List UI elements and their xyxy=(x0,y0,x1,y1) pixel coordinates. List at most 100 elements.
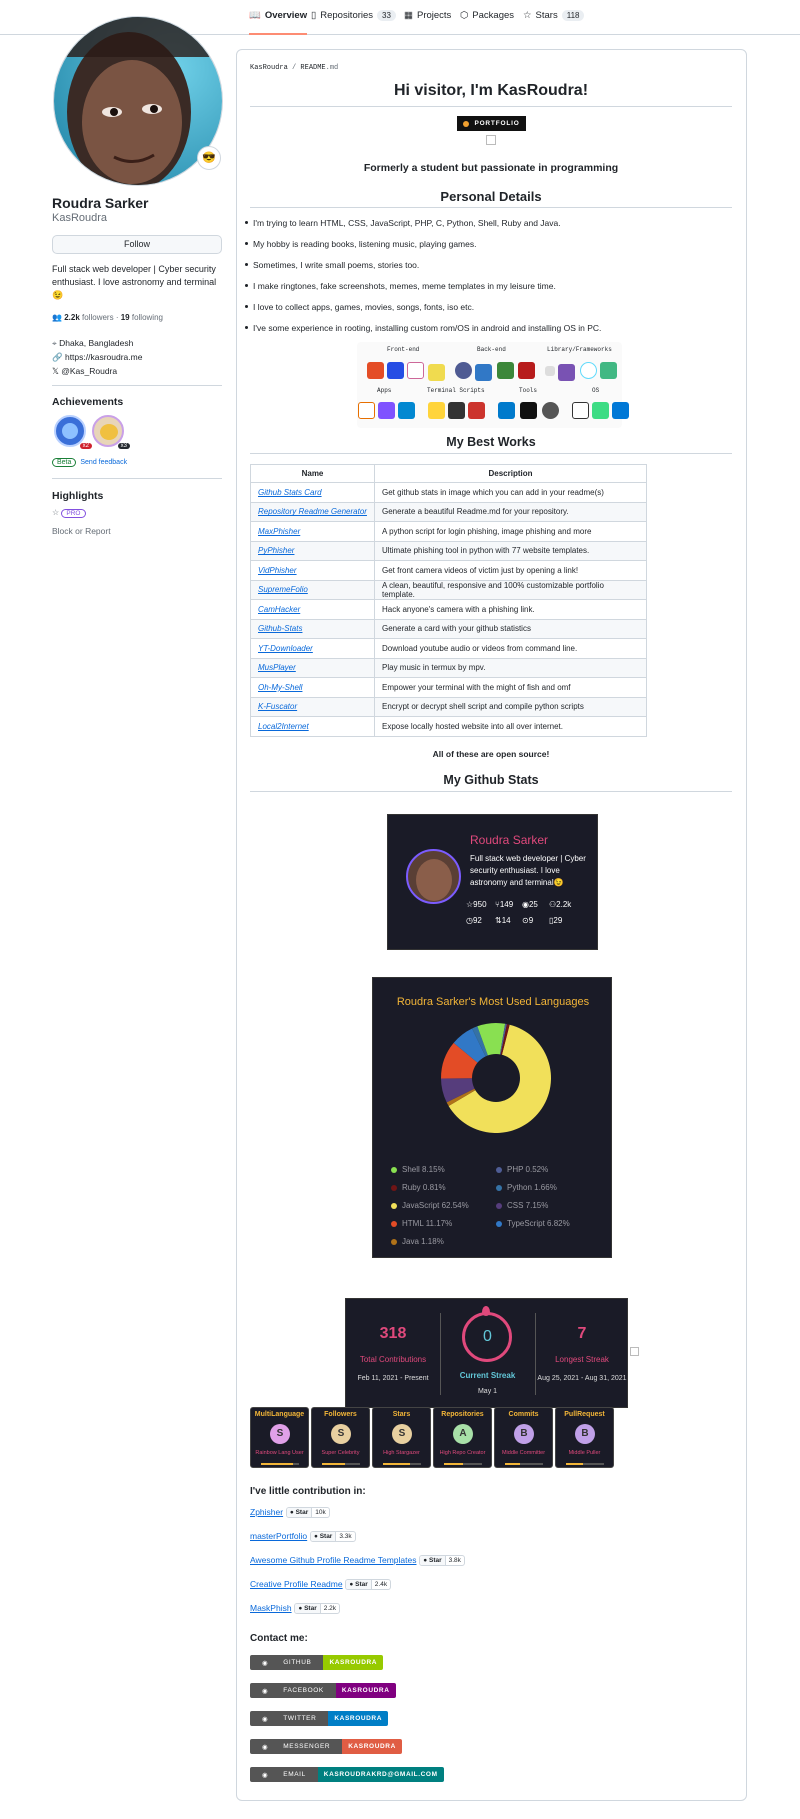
trophy-subtitle: High Repo Creator xyxy=(439,1450,486,1456)
achievements-title[interactable]: Achievements xyxy=(52,396,123,408)
contribution-item: MaskPhish ● Star 2.2k xyxy=(250,1603,341,1614)
work-link[interactable]: YT-Downloader xyxy=(258,644,313,653)
twitter-link[interactable]: @Kas_Roudra xyxy=(61,366,117,376)
work-link[interactable]: Repository Readme Generator xyxy=(258,507,367,516)
table-row: Github Stats Card Get github stats in ima… xyxy=(250,482,647,503)
contact-badge-email[interactable]: ◉ EMAIL KASROUDRAKRD@GMAIL.COM xyxy=(250,1767,444,1782)
tab-packages[interactable]: ⬡ Packages xyxy=(460,10,514,32)
work-link[interactable]: PyPhisher xyxy=(258,546,294,555)
contribution-link[interactable]: MaskPhish xyxy=(250,1603,292,1613)
bootstrap-icon xyxy=(558,364,575,381)
table-row: VidPhisher Get front camera videos of vic… xyxy=(250,560,647,581)
trophy-cup-icon: S xyxy=(331,1424,351,1444)
list-item: I'm trying to learn HTML, CSS, JavaScrip… xyxy=(245,218,561,228)
repo-icon: ▯ xyxy=(311,10,317,21)
tab-projects[interactable]: ▦ Projects xyxy=(404,10,451,32)
follow-button[interactable]: Follow xyxy=(52,235,222,254)
github-star-badge[interactable]: ● Star 3.8k xyxy=(419,1555,465,1566)
streak-card[interactable]: 318 Total Contributions Feb 11, 2021 - P… xyxy=(345,1298,628,1408)
flutter-icon xyxy=(398,402,415,419)
contact-label: GITHUB xyxy=(283,1659,312,1666)
trophy-card[interactable]: PullRequest B Middle Puller xyxy=(555,1407,614,1468)
languages-card[interactable]: Roudra Sarker's Most Used Languages Shel… xyxy=(372,977,612,1258)
send-feedback-link[interactable]: Send feedback xyxy=(80,459,127,466)
breadcrumb-user[interactable]: KasRoudra xyxy=(250,64,288,72)
portfolio-badge[interactable]: PORTFOLIO xyxy=(457,116,526,131)
total-contributions: 318 xyxy=(379,1325,407,1342)
android-icon xyxy=(592,402,609,419)
trophy-progress-bar xyxy=(261,1463,299,1465)
followers-label[interactable]: followers xyxy=(82,313,114,322)
location-icon: ⌖ xyxy=(52,338,57,348)
block-report-link[interactable]: Block or Report xyxy=(52,526,111,536)
contact-label: FACEBOOK xyxy=(283,1687,324,1694)
work-link[interactable]: MusPlayer xyxy=(258,663,296,672)
work-link[interactable]: MaxPhisher xyxy=(258,527,300,536)
trophy-card[interactable]: Repositories A High Repo Creator xyxy=(433,1407,492,1468)
tab-stars[interactable]: ☆ Stars 118 xyxy=(523,10,585,32)
github-logo-icon: ● Star xyxy=(346,1580,372,1589)
github-star-badge[interactable]: ● Star 10k xyxy=(285,1507,330,1518)
achievement-badge-quickdraw[interactable]: x3 xyxy=(92,415,130,449)
contribution-link[interactable]: masterPortfolio xyxy=(250,1531,307,1541)
work-link[interactable]: Github-Stats xyxy=(258,624,302,633)
github-star-badge[interactable]: ● Star 2.2k xyxy=(294,1603,341,1614)
table-row: Repository Readme Generator Generate a be… xyxy=(250,501,647,522)
table-row: Github-Stats Generate a card with your gi… xyxy=(250,618,647,639)
list-item: I love to collect apps, games, movies, s… xyxy=(244,302,475,312)
trophy-card[interactable]: Stars S High Stargazer xyxy=(372,1407,431,1468)
star-count: 10k xyxy=(315,1509,326,1516)
work-link[interactable]: Local2Internet xyxy=(258,722,309,731)
legend-item: Shell 8.15% xyxy=(391,1165,445,1174)
readme-tagline: Formerly a student but passionate in pro… xyxy=(363,162,619,174)
skill-group-label: Library/Frameworks xyxy=(547,346,612,353)
stat-watchers: ◉25 xyxy=(522,900,538,909)
tab-repositories[interactable]: ▯ Repositories 33 xyxy=(311,10,396,32)
contribution-link[interactable]: Zphisher xyxy=(250,1507,283,1517)
tab-label: Packages xyxy=(472,10,515,21)
github-star-badge[interactable]: ● Star 3.3k xyxy=(309,1531,356,1542)
work-link[interactable]: CamHacker xyxy=(258,605,300,614)
stat-repos: ▯29 xyxy=(549,916,563,925)
following-count[interactable]: 19 xyxy=(121,313,130,322)
contact-badge-twitter[interactable]: ◉ TWITTER KASROUDRA xyxy=(250,1711,389,1726)
github-stats-card[interactable]: Roudra Sarker Full stack web developer |… xyxy=(387,814,598,950)
followers-count[interactable]: 2.2k xyxy=(64,313,80,322)
trophy-progress-bar xyxy=(383,1463,421,1465)
table-header-row: Name Description xyxy=(250,464,647,483)
contact-badge-messenger[interactable]: ◉ MESSENGER KASROUDRA xyxy=(250,1739,402,1754)
contribution-link[interactable]: Awesome Github Profile Readme Templates xyxy=(250,1555,416,1565)
table-row: CamHacker Hack anyone's camera with a phi… xyxy=(250,599,647,620)
table-row: MusPlayer Play music in termux by mpv. xyxy=(250,657,647,678)
trophy-subtitle: High Stargazer xyxy=(383,1450,420,1456)
trophy-card[interactable]: MultiLanguage S Rainbow Lang User xyxy=(250,1407,309,1468)
work-description: Play music in termux by mpv. xyxy=(374,657,647,678)
skill-group-label: Terminal Scripts xyxy=(427,387,485,394)
divider xyxy=(52,478,222,479)
contact-value: KASROUDRA xyxy=(335,1683,396,1698)
contact-badge-facebook[interactable]: ◉ FACEBOOK KASROUDRA xyxy=(250,1683,396,1698)
html5-icon xyxy=(367,362,384,379)
contribution-link[interactable]: Creative Profile Readme xyxy=(250,1579,343,1589)
open-source-note: All of these are open source! xyxy=(432,749,550,759)
trophy-card[interactable]: Commits B Middle Committer xyxy=(494,1407,553,1468)
contribution-item: masterPortfolio ● Star 3.3k xyxy=(250,1531,356,1542)
work-link[interactable]: SupremeFolio xyxy=(258,585,308,594)
tab-label: Overview xyxy=(264,10,308,21)
terminal-icon xyxy=(520,402,537,419)
tab-overview[interactable]: 📖 Overview xyxy=(249,10,308,35)
trophy-card[interactable]: Followers S Super Celebrity xyxy=(311,1407,370,1468)
github-star-badge[interactable]: ● Star 2.4k xyxy=(345,1579,392,1590)
windows-icon xyxy=(612,402,629,419)
following-label[interactable]: following xyxy=(132,313,163,322)
work-link[interactable]: Github Stats Card xyxy=(258,488,322,497)
work-link[interactable]: VidPhisher xyxy=(258,566,297,575)
work-link[interactable]: K-Fuscator xyxy=(258,702,297,711)
achievement-badge-pull-shark[interactable]: x2 xyxy=(54,415,92,449)
website-link[interactable]: https://kasroudra.me xyxy=(65,352,142,362)
tab-label: Stars xyxy=(535,10,558,21)
contact-badge-github[interactable]: ◉ GITHUB KASROUDRA xyxy=(250,1655,384,1670)
star-count: 2.2k xyxy=(323,1605,337,1612)
work-link[interactable]: Oh-My-Shell xyxy=(258,683,302,692)
status-emoji-icon[interactable]: 😎 xyxy=(197,146,221,170)
